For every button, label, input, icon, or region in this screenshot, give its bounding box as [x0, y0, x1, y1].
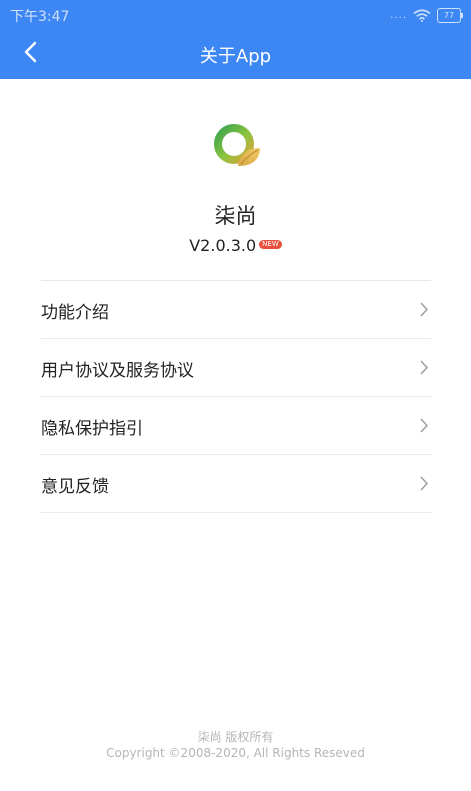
menu-item-privacy-guide[interactable]: 隐私保护指引: [41, 397, 431, 455]
about-menu: 功能介绍 用户协议及服务协议 隐私保护指引 意见反馈: [41, 280, 431, 513]
chevron-right-icon: [419, 475, 429, 496]
battery-icon: 77: [437, 8, 463, 23]
version-row: V2.0.3.0 NEW: [0, 235, 471, 255]
page-title: 关于App: [199, 46, 272, 67]
chevron-right-icon: [419, 359, 429, 380]
app-name: 柒尚: [214, 204, 257, 228]
menu-item-label: 用户协议及服务协议: [41, 361, 194, 381]
version-number: V2.0.3.0: [189, 236, 257, 255]
chevron-right-icon: [419, 417, 429, 438]
about-app-screen: 下午3:47 .... 77 关于App 柒尚 V2.0.3.0 NEW 功能介…: [0, 0, 471, 791]
footer: 柒尚 版权所有 Copyright ©2008-2020, All Rights…: [0, 729, 471, 761]
menu-item-label: 功能介绍: [41, 303, 109, 323]
footer-owner: 柒尚 版权所有: [197, 730, 274, 744]
wifi-icon: [413, 9, 431, 22]
menu-item-feedback[interactable]: 意见反馈: [41, 455, 431, 513]
app-logo-icon: [210, 118, 264, 172]
status-time: 下午3:47: [10, 9, 70, 25]
menu-item-features[interactable]: 功能介绍: [41, 281, 431, 339]
new-badge: NEW: [259, 240, 282, 249]
menu-item-label: 隐私保护指引: [41, 419, 143, 439]
status-icons: .... 77: [390, 8, 463, 23]
header: 下午3:47 .... 77 关于App: [0, 0, 471, 79]
menu-item-label: 意见反馈: [41, 477, 109, 497]
menu-item-user-agreement[interactable]: 用户协议及服务协议: [41, 339, 431, 397]
footer-copyright: Copyright ©2008-2020, All Rights Reseved: [106, 746, 365, 760]
signal-dots-icon: ....: [390, 10, 407, 21]
chevron-right-icon: [419, 301, 429, 322]
nav-bar: 关于App: [0, 30, 471, 79]
status-bar: 下午3:47 .... 77: [0, 0, 471, 30]
